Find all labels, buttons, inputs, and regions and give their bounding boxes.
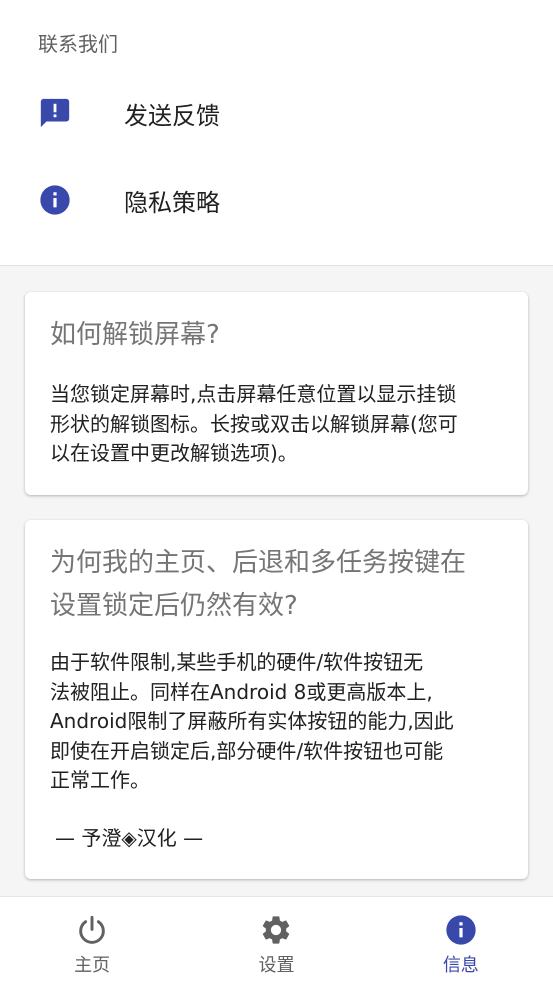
card-title-line: 为何我的主页、后退和多任务按键在	[50, 548, 467, 578]
nav-label-info: 信息	[442, 955, 479, 976]
card-body-line: Android限制了屏蔽所有实体按钮的能力,因此	[50, 709, 454, 733]
card-body-line: 以在设置中更改解锁选项)。	[50, 441, 298, 465]
card-body-line: 法被阻止。同样在Android 8或更高版本上,	[50, 679, 433, 704]
contact-section: 联系我们 发送反馈 隐私策略	[0, 0, 553, 266]
send-feedback-label: 发送反馈	[124, 101, 220, 130]
card-title-line: 设置锁定后仍然有效?	[50, 591, 298, 621]
card-body-line: 即使在开启锁定后,部分硬件/软件按钮也可能	[50, 738, 444, 763]
info-screen: 联系我们 发送反馈 隐私策略 如何解锁屏幕? 当您锁定屏幕时,点击屏幕任意位置以…	[0, 0, 553, 983]
power-icon	[75, 913, 109, 947]
send-feedback-item[interactable]: 发送反馈	[0, 70, 553, 156]
card-body-line: 由于软件限制,某些手机的硬件/软件按钮无	[50, 650, 424, 674]
bottom-navigation: 主页 设置 信息	[0, 896, 553, 983]
info-icon	[38, 183, 72, 217]
card-body-line: 当您锁定屏幕时,点击屏幕任意位置以显示挂锁	[50, 382, 457, 406]
card-body: 由于软件限制,某些手机的硬件/软件按钮无 法被阻止。同样在Android 8或更…	[50, 648, 503, 796]
nav-label-settings: 设置	[258, 955, 295, 976]
faq-card-unlock: 如何解锁屏幕? 当您锁定屏幕时,点击屏幕任意位置以显示挂锁 形状的解锁图标。长按…	[25, 292, 528, 495]
card-title: 为何我的主页、后退和多任务按键在 设置锁定后仍然有效?	[50, 542, 503, 628]
feedback-icon	[38, 96, 72, 130]
privacy-policy-label: 隐私策略	[124, 188, 220, 217]
gear-icon	[259, 913, 293, 947]
info-icon	[444, 913, 478, 947]
nav-item-info[interactable]: 信息	[369, 897, 553, 983]
card-body-line: 正常工作。	[50, 768, 150, 792]
nav-item-home[interactable]: 主页	[0, 897, 184, 983]
privacy-policy-item[interactable]: 隐私策略	[0, 157, 553, 243]
nav-label-home: 主页	[74, 955, 111, 976]
faq-card-buttons: 为何我的主页、后退和多任务按键在 设置锁定后仍然有效? 由于软件限制,某些手机的…	[25, 520, 528, 879]
nav-item-settings[interactable]: 设置	[184, 897, 368, 983]
section-header-contact: 联系我们	[38, 32, 118, 56]
card-body: 当您锁定屏幕时,点击屏幕任意位置以显示挂锁 形状的解锁图标。长按或双击以解锁屏幕…	[50, 380, 503, 469]
card-title: 如何解锁屏幕?	[50, 320, 220, 350]
card-body-line: 形状的解锁图标。长按或双击以解锁屏幕(您可	[50, 411, 458, 436]
translator-signature: — 予澄◈汉化 —	[55, 826, 204, 850]
